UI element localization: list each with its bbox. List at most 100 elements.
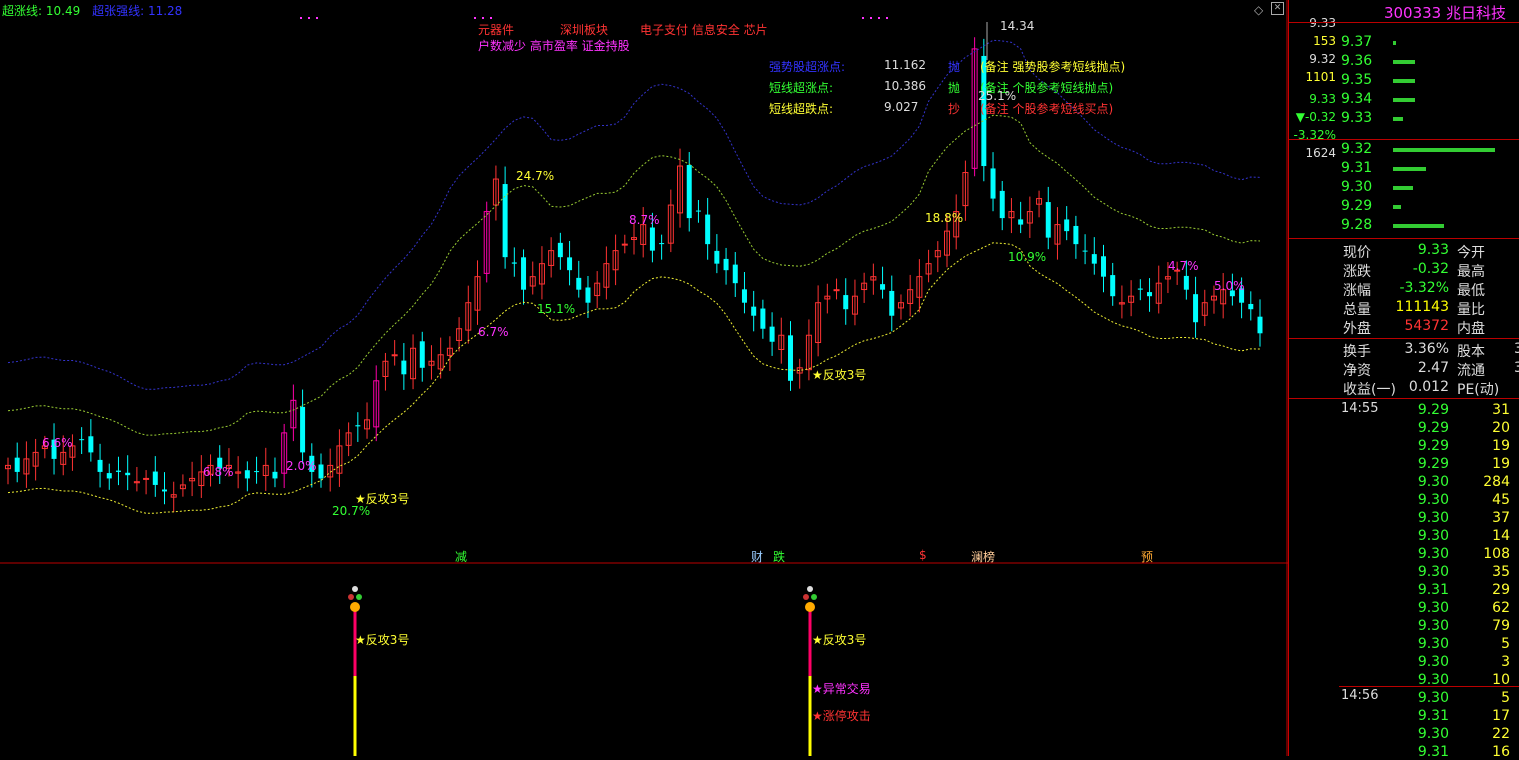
order-price: 9.29 (1341, 198, 1373, 214)
tick-volume: 19 (1492, 456, 1510, 472)
stat-value: 3.36% (1404, 341, 1449, 357)
candle-body (741, 289, 747, 303)
info-note: (备注 强势股参考短线抛点) (980, 60, 1126, 74)
stat-label: 收益(一) (1343, 382, 1396, 398)
candle-body (79, 439, 85, 441)
candle-body (115, 470, 121, 472)
candle-body (521, 257, 527, 290)
candle-body (1183, 275, 1189, 290)
stat-value: -0.32 (1412, 261, 1449, 277)
tick-price: 9.30 (1417, 564, 1449, 580)
candle-body (686, 164, 692, 219)
tick-volume: 20 (1492, 420, 1510, 436)
tick-volume: 79 (1492, 618, 1510, 634)
candle-body (355, 425, 361, 427)
divider (1289, 238, 1519, 239)
marker-dot (316, 17, 318, 19)
tick-volume: 22 (1492, 726, 1510, 742)
candle-body (244, 470, 250, 479)
stat-label: 换手 (1343, 344, 1371, 360)
stat-label: 股本 (1457, 344, 1485, 360)
tick-volume: 5 (1501, 636, 1510, 652)
signal-ball-icon (356, 594, 362, 600)
tick-price: 9.29 (1417, 402, 1449, 418)
percent-label: 5.0% (1214, 279, 1245, 293)
percent-label: 24.7% (516, 169, 555, 183)
stat-label: 最高 (1457, 264, 1485, 280)
close-icon[interactable]: ✕ (1271, 2, 1284, 15)
candle-body (576, 277, 582, 290)
candle-body (1082, 250, 1088, 252)
sub-signal-label: ★异常交易 (812, 682, 871, 696)
marker-dot (870, 17, 872, 19)
stat-value: 3 (1514, 360, 1519, 376)
sub-signal-label: ★反攻3号 (812, 633, 867, 647)
tick-price: 9.31 (1417, 582, 1449, 598)
concept-tag-1[interactable]: 元器件 (478, 21, 514, 38)
marker-dot (878, 17, 880, 19)
indicator-legend: 超涨线: 10.49 超张强线: 11.28 (2, 2, 182, 19)
tick-price: 9.29 (1417, 420, 1449, 436)
order-price: 9.31 (1341, 160, 1373, 176)
candle-body (999, 190, 1005, 219)
stat-label: 量比 (1457, 302, 1485, 318)
stat-value: 2.47 (1417, 360, 1449, 376)
bottom-marker: 澜榜 (971, 550, 996, 564)
tick-price: 9.30 (1417, 654, 1449, 670)
diamond-icon[interactable]: ◇ (1254, 3, 1263, 17)
candle-body (833, 289, 840, 292)
tick-time: 14:55 (1341, 401, 1379, 416)
stat-label: 外盘 (1343, 321, 1371, 337)
concept-tags-line2[interactable]: 户数减少 高市盈率 证金持股 (478, 37, 630, 54)
stock-name: 兆日科技 (1445, 4, 1506, 22)
bottom-marker: 财 (751, 550, 764, 564)
percent-label: 2.0% (286, 459, 317, 473)
candle-body (1091, 254, 1097, 264)
signal-ball-icon (805, 602, 815, 612)
candle-body (1101, 256, 1106, 277)
signal-ball-icon (352, 586, 358, 592)
info-label: 短线超涨点: (769, 81, 834, 95)
tick-volume: 62 (1492, 600, 1510, 616)
percent-label: 25.1% (978, 89, 1017, 103)
percent-label: 15.1% (537, 302, 576, 316)
marker-dot (474, 17, 476, 19)
tick-volume: 3 (1501, 654, 1510, 670)
info-value: 9.027 (884, 100, 919, 114)
candle-body (751, 306, 757, 316)
order-volume-bar (1393, 117, 1404, 121)
signal-label: ★反攻3号 (812, 368, 867, 382)
order-volume-bar (1393, 98, 1416, 102)
quote-left-value: ▼-0.32 (1295, 110, 1336, 124)
candle-body (788, 335, 793, 381)
tick-price: 9.30 (1417, 672, 1449, 688)
signal-label: ★反攻3号 (355, 492, 410, 506)
tick-price: 9.30 (1417, 492, 1449, 508)
tick-volume: 108 (1483, 546, 1510, 562)
stat-label: 最低 (1457, 283, 1485, 299)
candle-body (1137, 288, 1143, 290)
stat-value: 54372 (1404, 318, 1449, 334)
stat-value: 0.012 (1408, 379, 1449, 395)
stat-label: 流通 (1457, 363, 1485, 379)
info-value: 10.386 (884, 79, 926, 93)
candle-body (14, 457, 20, 472)
candle-body (889, 290, 895, 316)
order-price: 9.36 (1341, 53, 1373, 69)
candle-body (391, 354, 398, 357)
candle-body (585, 287, 591, 303)
concept-tag-3[interactable]: 电子支付 信息安全 芯片 (640, 21, 768, 38)
tick-price: 9.30 (1417, 546, 1449, 562)
tick-volume: 35 (1492, 564, 1510, 580)
order-price: 9.37 (1341, 34, 1373, 50)
tick-volume: 31 (1492, 402, 1510, 418)
candle-body (769, 326, 775, 342)
signal-ball-icon (807, 586, 813, 592)
tick-price: 9.30 (1417, 618, 1449, 634)
concept-tag-2[interactable]: 深圳板块 (560, 21, 608, 38)
candle-body (511, 262, 517, 264)
tick-price: 9.30 (1417, 600, 1449, 616)
tick-price: 9.31 (1417, 708, 1449, 724)
candle-body (714, 250, 720, 264)
tick-volume: 5 (1501, 690, 1510, 706)
